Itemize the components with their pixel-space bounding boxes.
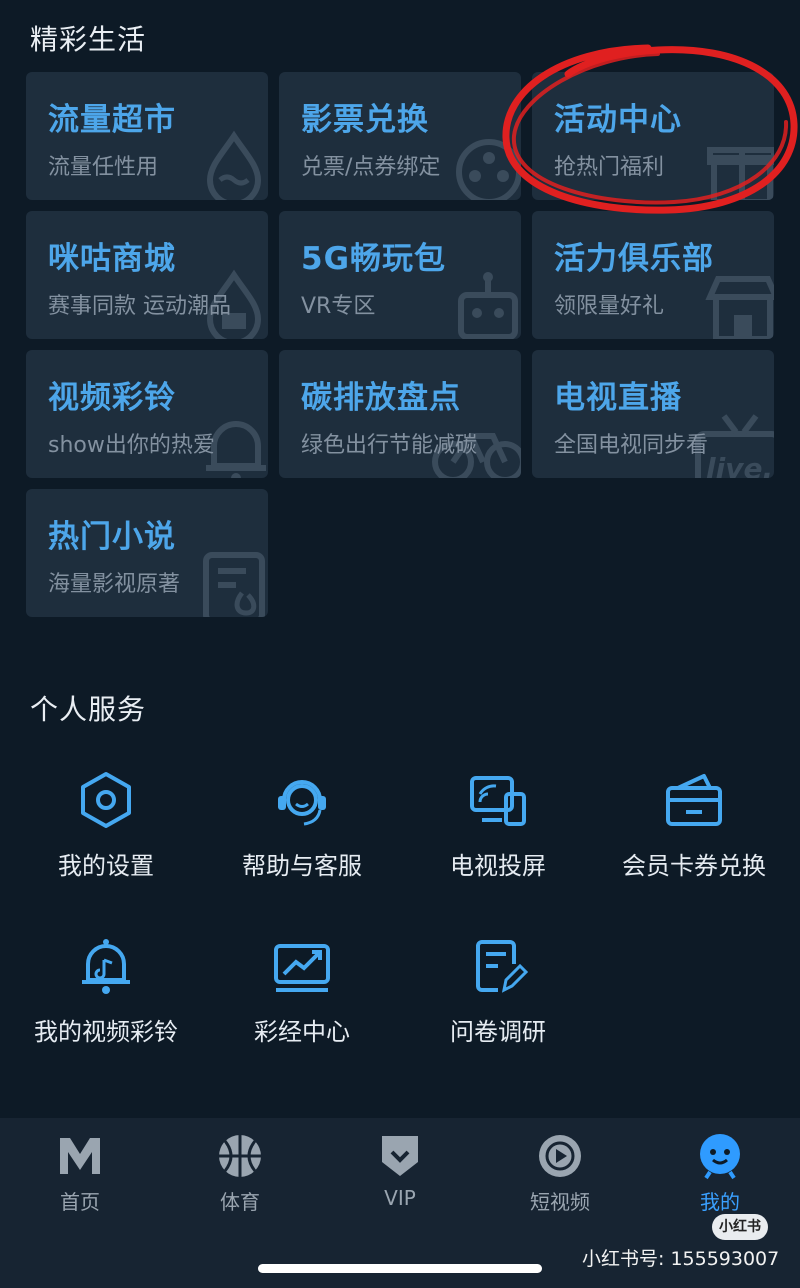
service-my-settings[interactable]: 我的设置 bbox=[6, 770, 206, 881]
tab-sports[interactable]: 体育 bbox=[160, 1132, 320, 1215]
card-subtitle: 领限量好礼 bbox=[554, 294, 665, 319]
card-title: 电视直播 bbox=[554, 380, 682, 416]
migu-logo-icon bbox=[56, 1132, 104, 1180]
service-tv-cast[interactable]: 电视投屏 bbox=[398, 770, 598, 881]
tab-short-video[interactable]: 短视频 bbox=[480, 1132, 640, 1215]
wallet-card-icon bbox=[664, 770, 724, 830]
tab-label: VIP bbox=[384, 1186, 416, 1210]
service-label: 帮助与客服 bbox=[242, 852, 362, 880]
card-subtitle: 海量影视原著 bbox=[48, 572, 181, 597]
card-movie-ticket-exchange[interactable]: 影票兑换 兑票/点券绑定 bbox=[279, 72, 521, 200]
customer-service-icon bbox=[272, 770, 332, 830]
section-title-personal-services: 个人服务 bbox=[30, 693, 147, 726]
card-5g-play-pack[interactable]: 5G畅玩包 VR专区 bbox=[279, 211, 521, 339]
card-title: 热门小说 bbox=[48, 519, 176, 555]
card-traffic-market[interactable]: 流量超市 流量任性用 bbox=[26, 72, 268, 200]
card-activity-center[interactable]: 活动中心 抢热门福利 bbox=[532, 72, 774, 200]
vip-badge-icon bbox=[376, 1132, 424, 1180]
xiaohongshu-badge: 小红书 bbox=[712, 1214, 768, 1240]
service-label: 电视投屏 bbox=[450, 852, 546, 880]
mascot-face-icon bbox=[696, 1132, 744, 1180]
card-subtitle: show出你的热爱 bbox=[48, 433, 215, 458]
screen-cast-icon bbox=[468, 770, 528, 830]
tab-label: 首页 bbox=[60, 1190, 100, 1214]
card-subtitle: 兑票/点券绑定 bbox=[301, 155, 441, 180]
card-title: 活力俱乐部 bbox=[554, 241, 714, 277]
card-subtitle: 抢热门福利 bbox=[554, 155, 665, 180]
settings-hexagon-icon bbox=[76, 770, 136, 830]
card-subtitle: 全国电视同步看 bbox=[554, 433, 709, 458]
play-circle-icon bbox=[536, 1132, 584, 1180]
tab-home[interactable]: 首页 bbox=[0, 1132, 160, 1215]
service-my-video-ringtone[interactable]: 我的视频彩铃 bbox=[6, 936, 206, 1047]
card-title: 活动中心 bbox=[554, 102, 682, 138]
card-title: 视频彩铃 bbox=[48, 380, 176, 416]
wonderful-life-grid: 流量超市 流量任性用 影票兑换 兑票/点券绑定 活动中心 抢热门福利 咪咕商城 … bbox=[26, 72, 776, 617]
card-title: 碳排放盘点 bbox=[301, 380, 461, 416]
card-title: 流量超市 bbox=[48, 102, 176, 138]
survey-icon bbox=[468, 936, 529, 996]
card-title: 影票兑换 bbox=[301, 102, 429, 138]
card-video-ringtone[interactable]: 视频彩铃 show出你的热爱 bbox=[26, 350, 268, 478]
basketball-icon bbox=[216, 1132, 264, 1180]
card-subtitle: 流量任性用 bbox=[48, 155, 159, 180]
service-survey[interactable]: 问卷调研 bbox=[398, 936, 598, 1047]
service-caijing-center[interactable]: 彩经中心 bbox=[202, 936, 402, 1047]
tab-mine[interactable]: 我的 bbox=[640, 1132, 800, 1215]
tab-vip[interactable]: VIP bbox=[320, 1132, 480, 1210]
card-tv-live[interactable]: 电视直播 全国电视同步看 live. bbox=[532, 350, 774, 478]
trend-chart-icon bbox=[272, 936, 332, 996]
xiaohongshu-id-text: 小红书号: 155593007 bbox=[582, 1248, 780, 1270]
card-migu-mall[interactable]: 咪咕商城 赛事同款 运动潮品 bbox=[26, 211, 268, 339]
card-title: 5G畅玩包 bbox=[301, 241, 447, 277]
service-label: 问卷调研 bbox=[450, 1018, 546, 1046]
service-label: 我的视频彩铃 bbox=[34, 1018, 178, 1046]
card-vitality-club[interactable]: 活力俱乐部 领限量好礼 bbox=[532, 211, 774, 339]
card-carbon-inventory[interactable]: 碳排放盘点 绿色出行节能减碳 bbox=[279, 350, 521, 478]
card-subtitle: 绿色出行节能减碳 bbox=[301, 433, 478, 458]
tab-label: 我的 bbox=[700, 1190, 740, 1214]
music-bell-icon bbox=[76, 936, 136, 996]
card-title: 咪咕商城 bbox=[48, 241, 176, 277]
section-title-wonderful-life: 精彩生活 bbox=[30, 23, 147, 56]
card-popular-novels[interactable]: 热门小说 海量影视原著 bbox=[26, 489, 268, 617]
service-label: 我的设置 bbox=[58, 852, 154, 880]
tab-label: 体育 bbox=[220, 1190, 260, 1214]
service-help-support[interactable]: 帮助与客服 bbox=[202, 770, 402, 881]
tab-label: 短视频 bbox=[530, 1190, 590, 1214]
card-subtitle: VR专区 bbox=[301, 294, 376, 319]
service-label: 会员卡券兑换 bbox=[622, 852, 766, 880]
service-label: 彩经中心 bbox=[254, 1018, 350, 1046]
card-subtitle: 赛事同款 运动潮品 bbox=[48, 294, 231, 319]
service-member-voucher-exchange[interactable]: 会员卡券兑换 bbox=[594, 770, 794, 881]
home-indicator[interactable] bbox=[258, 1264, 542, 1273]
